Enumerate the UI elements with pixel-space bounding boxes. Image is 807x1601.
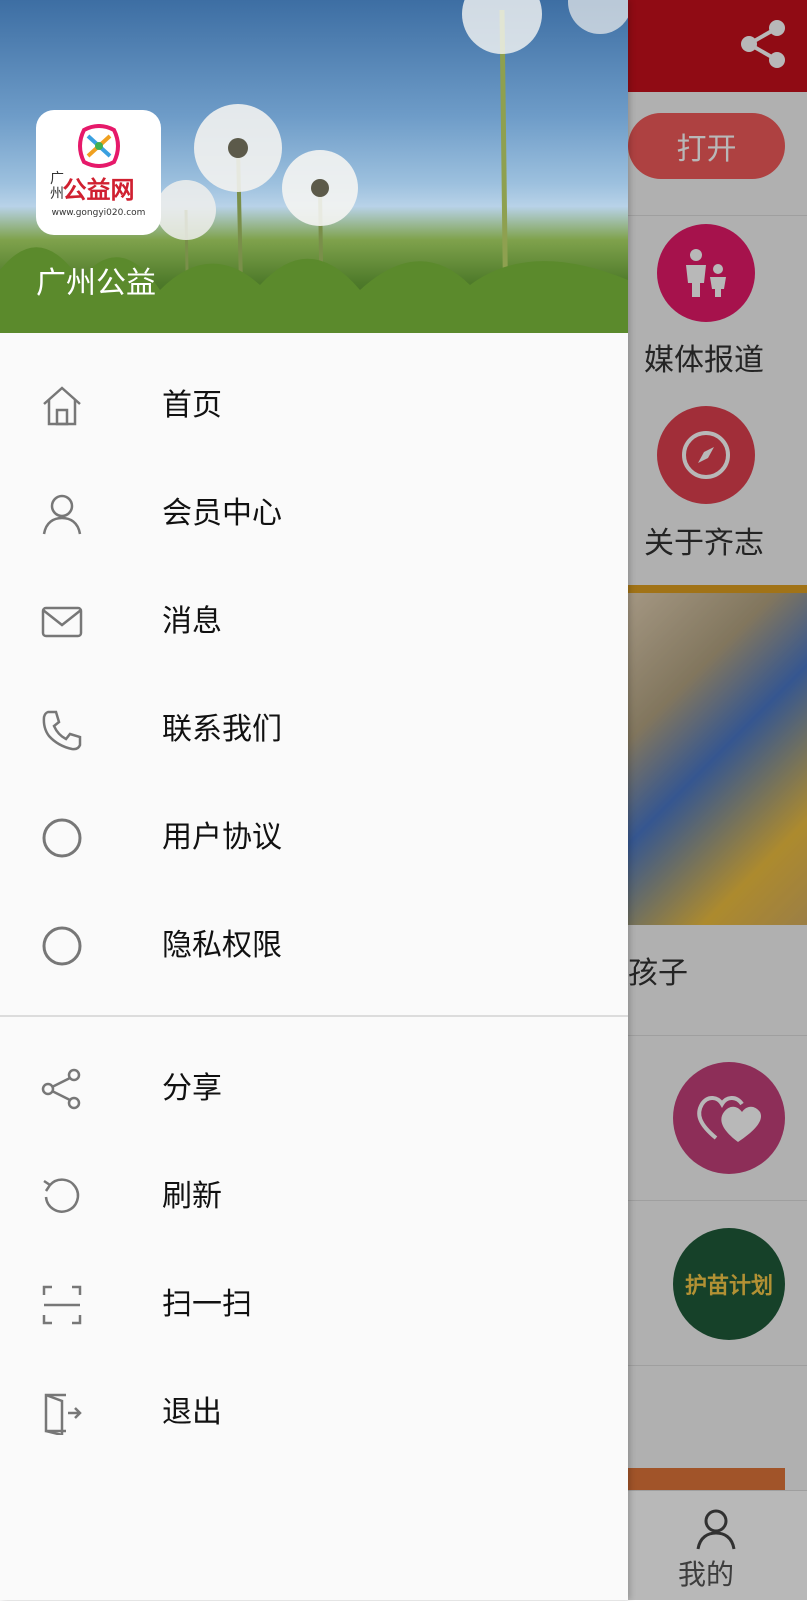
menu-item-privacy[interactable]: 隐私权限: [0, 892, 628, 1000]
drawer-header: 广州 公益网 www.gongyi020.com 广州公益: [0, 0, 628, 333]
home-icon: [43, 386, 81, 426]
navigation-drawer: 广州 公益网 www.gongyi020.com 广州公益 首页 会员中心 消息…: [0, 0, 628, 1600]
menu-label: 刷新: [162, 1179, 222, 1214]
menu-label: 扫一扫: [162, 1287, 252, 1322]
menu-item-home[interactable]: 首页: [0, 352, 628, 460]
drawer-menu-secondary: 分享 刷新 扫一扫 退出: [0, 1035, 628, 1467]
menu-divider: [0, 1015, 628, 1017]
share-icon: [41, 1068, 81, 1110]
exit-icon: [44, 1393, 82, 1435]
circle-icon: [42, 926, 82, 966]
menu-item-scan[interactable]: 扫一扫: [0, 1251, 628, 1359]
menu-label: 消息: [162, 604, 222, 639]
menu-label: 首页: [162, 388, 222, 423]
menu-item-member[interactable]: 会员中心: [0, 460, 628, 568]
menu-item-messages[interactable]: 消息: [0, 568, 628, 676]
app-name: 广州公益: [36, 266, 156, 301]
menu-item-agreement[interactable]: 用户协议: [0, 784, 628, 892]
menu-item-share[interactable]: 分享: [0, 1035, 628, 1143]
scan-icon: [42, 1285, 82, 1325]
menu-item-exit[interactable]: 退出: [0, 1359, 628, 1467]
phone-icon: [42, 710, 82, 751]
logo-text: 公益网: [62, 176, 135, 204]
logo-mark-icon: [78, 124, 120, 168]
refresh-icon: [43, 1178, 80, 1213]
menu-item-contact[interactable]: 联系我们: [0, 676, 628, 784]
logo-url: www.gongyi020.com: [51, 208, 146, 218]
menu-label: 隐私权限: [162, 928, 282, 963]
menu-label: 用户协议: [162, 820, 282, 855]
menu-item-refresh[interactable]: 刷新: [0, 1143, 628, 1251]
menu-label: 退出: [162, 1395, 222, 1430]
mail-icon: [41, 606, 83, 638]
drawer-menu: 首页 会员中心 消息 联系我们 用户协议 隐私权限: [0, 352, 628, 1000]
circle-icon: [42, 818, 82, 858]
menu-label: 会员中心: [162, 496, 282, 531]
user-icon: [42, 494, 82, 535]
app-logo: 广州 公益网 www.gongyi020.com: [36, 110, 161, 235]
menu-label: 分享: [162, 1071, 222, 1106]
menu-label: 联系我们: [162, 712, 282, 747]
